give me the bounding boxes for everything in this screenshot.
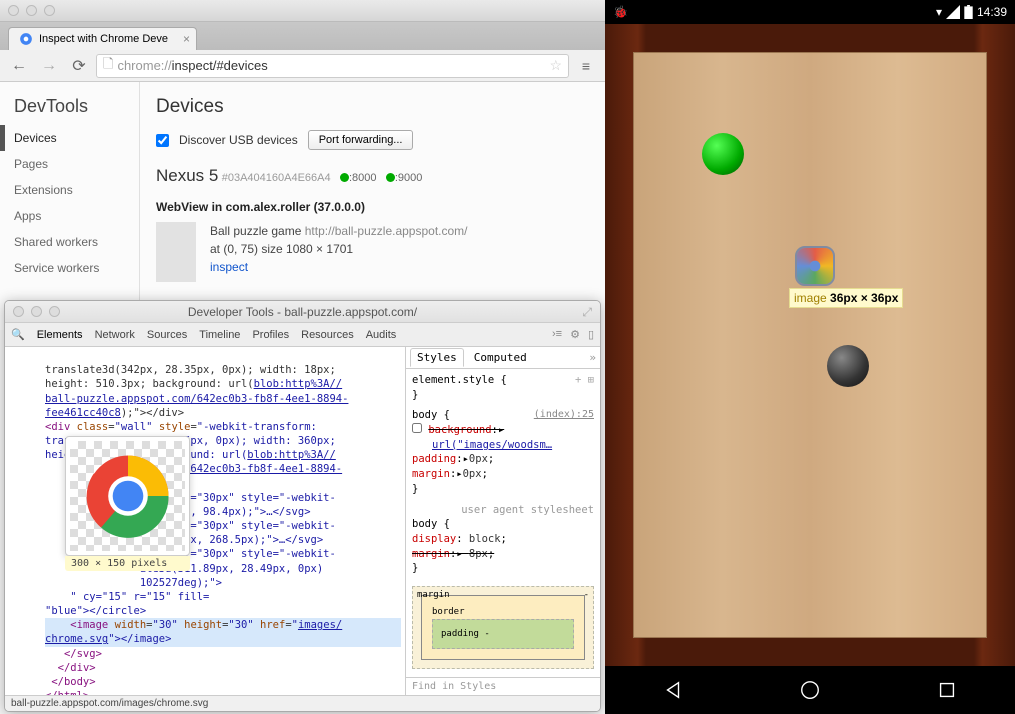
tab-title: Inspect with Chrome Deve [39,33,168,45]
css-prop-toggle[interactable] [412,423,422,433]
device-name: Nexus 5 [156,166,218,185]
find-in-styles[interactable]: Find in Styles [406,677,600,695]
tab-profiles[interactable]: Profiles [246,325,295,345]
sidebar-item-shared-workers[interactable]: Shared workers [0,229,139,255]
chrome-logo-icon [83,451,173,541]
browser-tab[interactable]: Inspect with Chrome Deve × [8,27,197,50]
tab-close-icon[interactable]: × [183,32,190,46]
tab-resources[interactable]: Resources [295,325,360,345]
device-id: #03A404160A4E66A4 [222,172,331,184]
element-highlight-tooltip: image 36px × 36px [789,288,903,308]
inspect-link[interactable]: inspect [210,260,248,274]
devtools-settings-icon[interactable]: ⚙ [570,328,580,341]
browser-menu-button[interactable]: ≡ [573,58,599,74]
port-status-icon [386,173,395,182]
tab-network[interactable]: Network [89,325,141,345]
webview-position: at (0, 75) size 1080 × 1701 [210,242,353,256]
new-rule-icon[interactable]: + ⊞ [575,373,594,388]
window-min-icon[interactable] [26,5,37,16]
tab-elements[interactable]: Elements [31,325,89,345]
devtools-toolbar: 🔍 Elements Network Sources Timeline Prof… [5,323,600,347]
styles-more-icon[interactable]: » [589,351,596,364]
url-bar[interactable]: 🗋 chrome:// inspect/#devices ☆ [96,54,569,78]
tooltip-tag: image [794,291,827,305]
reload-button[interactable]: ⟳ [66,54,92,78]
devices-page: DevTools Devices Pages Extensions Apps S… [0,82,605,330]
battery-icon [964,5,973,19]
inspected-image-element[interactable] [797,248,833,284]
chrome-icon [19,32,33,46]
android-clock: 14:39 [977,5,1007,19]
preview-dimensions: 300 × 150 pixels [65,556,190,571]
devtools-statusbar: ball-puzzle.appspot.com/images/chrome.sv… [5,695,600,712]
bookmark-icon[interactable]: ☆ [549,57,562,74]
game-viewport: image 36px × 36px [605,24,1015,666]
window-max-icon[interactable] [49,306,60,317]
devtools-dock-icon[interactable]: ▯ [588,328,594,341]
sidebar-title: DevTools [0,96,139,125]
sidebar-item-apps[interactable]: Apps [0,203,139,229]
forward-button[interactable]: → [36,54,62,78]
port-status-icon [340,173,349,182]
sidebar: DevTools Devices Pages Extensions Apps S… [0,82,140,330]
styles-panel: Styles Computed » element.style { + ⊞ } … [405,347,600,695]
android-recents-button[interactable] [936,679,958,701]
signal-icon [946,5,960,19]
devtools-titlebar: Developer Tools - ball-puzzle.appspot.co… [5,301,600,323]
window-titlebar [0,0,605,22]
inspect-element-icon[interactable]: 🔍 [11,328,25,341]
computed-tab[interactable]: Computed [468,349,533,366]
sidebar-item-service-workers[interactable]: Service workers [0,255,139,281]
android-home-button[interactable] [799,679,821,701]
url-path: inspect/#devices [172,58,268,73]
ball-dark[interactable] [827,345,869,387]
android-statusbar: 🐞 ▾ 14:39 [605,0,1015,24]
window-expand-icon[interactable]: ⤢ [582,301,592,323]
game-surface[interactable]: image 36px × 36px [633,52,987,638]
tab-sources[interactable]: Sources [141,325,193,345]
port-9000: :9000 [395,172,423,184]
console-toggle-icon[interactable]: ›≡ [552,328,562,341]
devices-title: Devices [156,96,589,118]
sidebar-item-pages[interactable]: Pages [0,151,139,177]
tab-timeline[interactable]: Timeline [193,325,246,345]
webview-name: Ball puzzle game [210,224,301,238]
image-preview-tooltip: 300 × 150 pixels [65,436,190,571]
discover-usb-label: Discover USB devices [179,133,298,147]
port-8000: :8000 [349,172,377,184]
sidebar-item-devices[interactable]: Devices [0,125,139,151]
tab-strip: Inspect with Chrome Deve × [0,22,605,50]
devices-content: Devices Discover USB devices Port forwar… [140,82,605,330]
wifi-icon: ▾ [936,5,942,19]
android-device: 🐞 ▾ 14:39 image 36px × 36px [605,0,1015,714]
android-navbar [605,666,1015,714]
devtools-title: Developer Tools - ball-puzzle.appspot.co… [188,305,417,319]
browser-toolbar: ← → ⟳ 🗋 chrome:// inspect/#devices ☆ ≡ [0,50,605,82]
android-back-button[interactable] [662,679,684,701]
discover-usb-checkbox[interactable] [156,134,169,147]
url-protocol: chrome:// [117,58,171,73]
sidebar-item-extensions[interactable]: Extensions [0,177,139,203]
tooltip-dimensions: 36px × 36px [830,291,898,305]
window-close-icon[interactable] [8,5,19,16]
port-forwarding-button[interactable]: Port forwarding... [308,130,414,150]
webview-url: http://ball-puzzle.appspot.com/ [305,224,468,238]
android-debug-icon: 🐞 [613,5,628,19]
window-min-icon[interactable] [31,306,42,317]
window-close-icon[interactable] [13,306,24,317]
tab-audits[interactable]: Audits [360,325,403,345]
webview-title: WebView in com.alex.roller (37.0.0.0) [156,200,589,214]
back-button[interactable]: ← [6,54,32,78]
styles-body[interactable]: element.style { + ⊞ } body {(index):25 b… [406,369,600,677]
webview-thumbnail [156,222,196,282]
ball-green[interactable] [702,133,744,175]
window-max-icon[interactable] [44,5,55,16]
styles-tab[interactable]: Styles [410,348,464,367]
